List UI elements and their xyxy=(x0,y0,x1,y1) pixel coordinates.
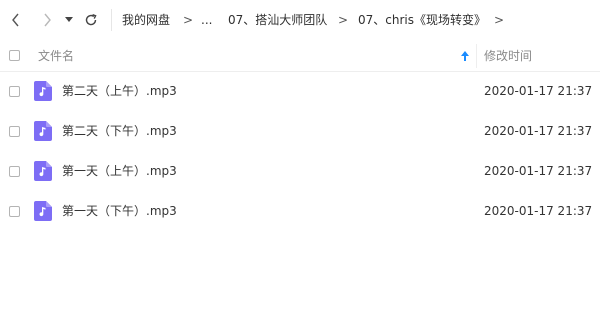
history-dropdown-button[interactable] xyxy=(62,10,76,30)
file-list-header: 文件名 修改时间 xyxy=(0,40,600,72)
forward-button[interactable] xyxy=(38,10,56,30)
row-checkbox[interactable] xyxy=(9,126,20,137)
file-name[interactable]: 第一天（下午）.mp3 xyxy=(62,203,177,219)
audio-file-icon xyxy=(34,161,52,181)
back-button[interactable] xyxy=(7,10,25,30)
toolbar: 我的网盘 > ... 07、搭汕大师团队 > 07、chris《现场转变》 > xyxy=(0,0,600,40)
breadcrumb-item-root[interactable]: 我的网盘 xyxy=(122,12,170,28)
audio-file-icon xyxy=(34,201,52,221)
refresh-icon xyxy=(85,13,97,26)
select-all-checkbox[interactable] xyxy=(9,50,20,61)
chevron-right-icon xyxy=(44,13,51,27)
audio-file-icon xyxy=(34,121,52,141)
breadcrumb-separator: > xyxy=(338,13,349,27)
row-checkbox[interactable] xyxy=(9,166,20,177)
audio-file-icon xyxy=(34,81,52,101)
file-modified-time: 2020-01-17 21:37 xyxy=(484,204,593,218)
breadcrumb-separator: > xyxy=(183,13,194,27)
breadcrumb-item-current[interactable]: 07、chris《现场转变》 xyxy=(358,12,486,28)
toolbar-divider xyxy=(111,9,112,31)
row-checkbox[interactable] xyxy=(9,86,20,97)
file-name[interactable]: 第二天（上午）.mp3 xyxy=(62,83,177,99)
column-header-name[interactable]: 文件名 xyxy=(38,48,74,64)
file-row[interactable]: 第二天（上午）.mp3 2020-01-17 21:37 xyxy=(0,71,600,111)
breadcrumb-item-ellipsis[interactable]: ... xyxy=(201,12,212,28)
row-checkbox[interactable] xyxy=(9,206,20,217)
file-modified-time: 2020-01-17 21:37 xyxy=(484,84,593,98)
file-row[interactable]: 第一天（下午）.mp3 2020-01-17 21:37 xyxy=(0,191,600,231)
file-name[interactable]: 第二天（下午）.mp3 xyxy=(62,123,177,139)
refresh-button[interactable] xyxy=(82,10,100,30)
column-header-modified-time[interactable]: 修改时间 xyxy=(484,48,532,64)
file-modified-time: 2020-01-17 21:37 xyxy=(484,164,593,178)
breadcrumb-item-folder[interactable]: 07、搭汕大师团队 xyxy=(228,12,327,28)
file-modified-time: 2020-01-17 21:37 xyxy=(484,124,593,138)
file-name[interactable]: 第一天（上午）.mp3 xyxy=(62,163,177,179)
caret-down-icon xyxy=(65,17,73,22)
chevron-left-icon xyxy=(12,13,19,27)
file-row[interactable]: 第一天（上午）.mp3 2020-01-17 21:37 xyxy=(0,151,600,191)
breadcrumb-separator: > xyxy=(494,13,505,27)
column-divider[interactable] xyxy=(476,44,477,68)
sort-arrow-up-icon[interactable] xyxy=(460,50,470,62)
file-row[interactable]: 第二天（下午）.mp3 2020-01-17 21:37 xyxy=(0,111,600,151)
